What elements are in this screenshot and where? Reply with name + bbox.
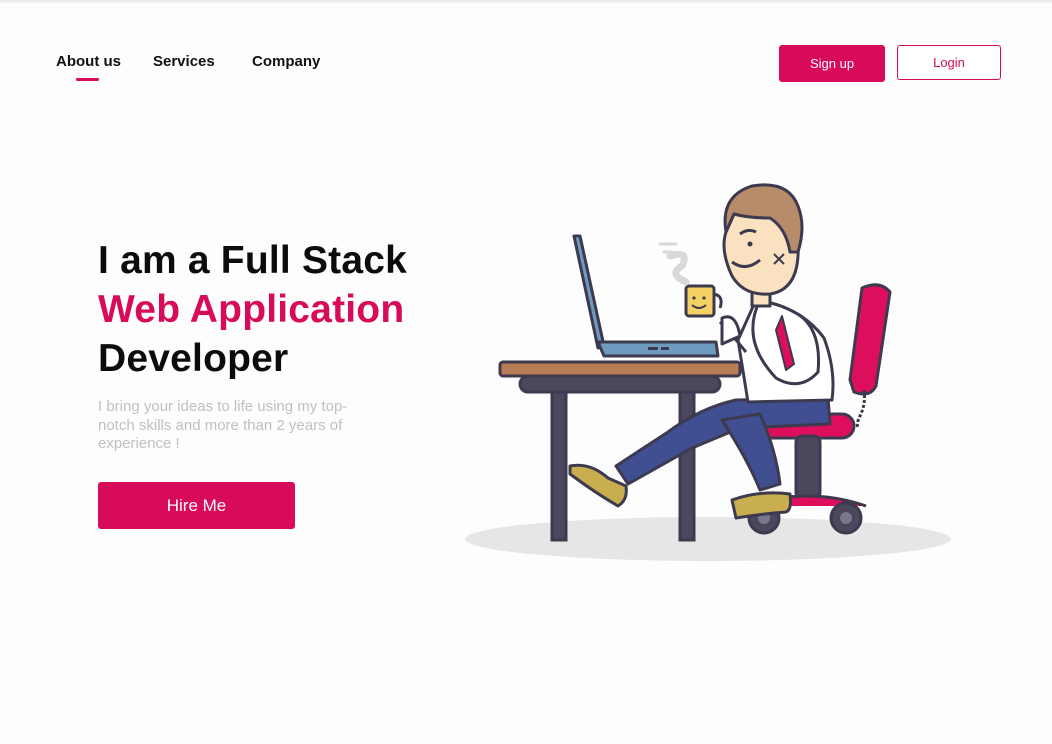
floor-shadow bbox=[465, 517, 951, 561]
nav-active-indicator bbox=[76, 78, 99, 81]
nav-company[interactable]: Company bbox=[252, 53, 320, 70]
hero-description: I bring your ideas to life using my top-… bbox=[98, 398, 348, 452]
torso bbox=[718, 298, 835, 404]
hire-me-button[interactable]: Hire Me bbox=[98, 482, 295, 529]
hero-title-line3: Developer bbox=[98, 337, 289, 380]
nav-services[interactable]: Services bbox=[153, 53, 215, 70]
signup-button[interactable]: Sign up bbox=[779, 45, 885, 82]
legs bbox=[568, 396, 832, 520]
login-button[interactable]: Login bbox=[897, 45, 1001, 80]
head bbox=[722, 183, 804, 308]
coffee-mug bbox=[658, 242, 723, 318]
hero-title-line2: Web Application bbox=[98, 288, 405, 331]
hero-title: I am a Full Stack Web Application Develo… bbox=[98, 236, 407, 383]
hero-title-line1: I am a Full Stack bbox=[98, 239, 408, 282]
nav-about-us[interactable]: About us bbox=[56, 53, 121, 70]
top-shadow bbox=[0, 0, 1052, 4]
desk bbox=[498, 360, 742, 542]
developer-at-desk-illustration bbox=[465, 183, 951, 561]
